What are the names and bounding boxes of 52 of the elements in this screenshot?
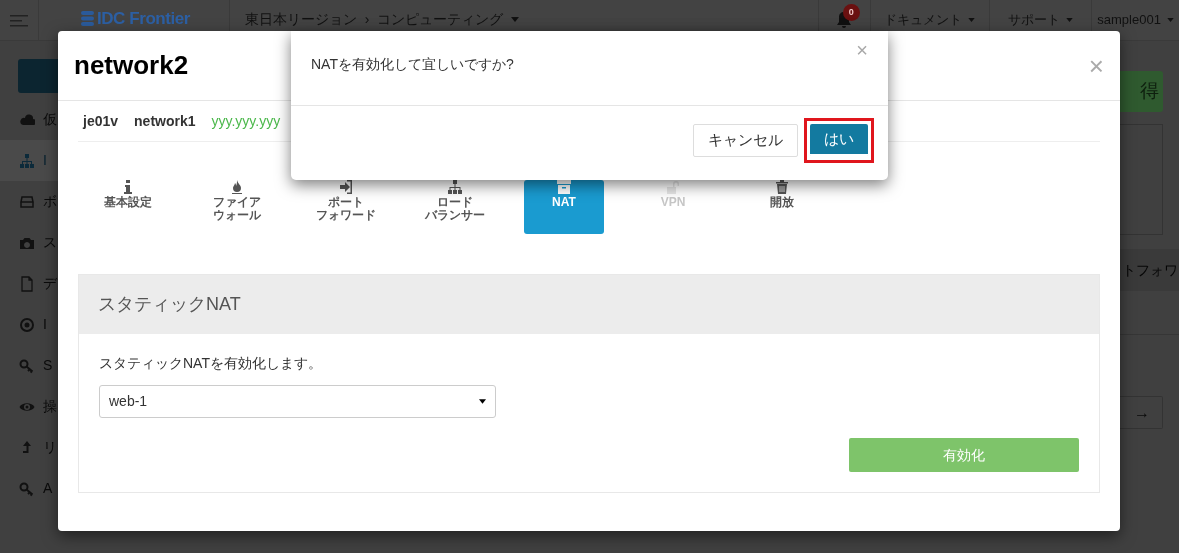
tab-label: 基本設定 xyxy=(104,196,152,209)
description-text: スタティックNATを有効化します。 xyxy=(99,354,323,373)
close-button[interactable]: × xyxy=(856,40,868,60)
caret-icon xyxy=(1166,17,1174,22)
cloud-icon xyxy=(19,111,35,128)
tab-label: VPN xyxy=(660,196,686,209)
dialog-message: NATを有効化して宜しいですか? xyxy=(311,56,514,72)
target-icon xyxy=(19,316,35,333)
flame-icon xyxy=(230,180,244,194)
panel-title: スタティックNAT xyxy=(98,293,241,316)
sign-in-icon xyxy=(339,180,353,194)
key-icon xyxy=(19,480,35,497)
unlock-icon xyxy=(666,180,680,194)
caret-icon xyxy=(968,17,976,22)
logo-icon xyxy=(80,10,94,27)
tab[interactable]: 基本設定 xyxy=(88,180,168,234)
tab-label: ポート xyxy=(328,196,364,209)
menu-icon xyxy=(9,14,28,27)
tab-label: ロード xyxy=(437,196,473,209)
caret-icon xyxy=(1066,17,1074,22)
tab[interactable]: ファイア ウォール xyxy=(197,180,277,234)
caret-icon xyxy=(511,17,520,22)
cancel-button[interactable]: キャンセル xyxy=(693,124,798,157)
action-button[interactable]: 得 xyxy=(1120,71,1163,112)
tab[interactable]: ポート フォワード xyxy=(306,180,386,234)
close-button[interactable]: × xyxy=(1088,52,1104,79)
tab[interactable]: 開放 xyxy=(742,180,822,234)
logo-text: IDC Frontier xyxy=(96,7,191,30)
select-field[interactable]: web-1 xyxy=(99,385,496,418)
tab-label: バランサー xyxy=(425,209,485,222)
key-icon xyxy=(19,357,35,374)
confirm-button[interactable]: はい xyxy=(810,124,868,157)
tab-label: 開放 xyxy=(770,196,794,209)
network-icon xyxy=(448,180,462,194)
tab[interactable]: NAT xyxy=(524,180,604,234)
tab-label: NAT xyxy=(552,196,576,209)
tab[interactable]: ロード バランサー xyxy=(415,180,495,234)
tab-label: ファイア xyxy=(213,196,261,209)
drive-icon xyxy=(19,193,35,210)
tab-label: ウォール xyxy=(213,209,261,222)
info-icon xyxy=(121,180,135,194)
enable-button[interactable]: 有効化 xyxy=(849,438,1079,472)
tab-label: フォワード xyxy=(316,209,376,222)
info-text: je01v xyxy=(83,111,119,131)
breadcrumb-separator: › xyxy=(364,10,370,29)
info-text: network1 xyxy=(134,111,196,131)
modal-title: network2 xyxy=(74,49,189,82)
ip-address: yyy.yyy.yyy xyxy=(211,111,281,131)
file-icon xyxy=(19,275,35,292)
network-icon xyxy=(19,152,35,169)
primary-button[interactable] xyxy=(18,59,58,93)
caret-icon xyxy=(479,399,486,404)
